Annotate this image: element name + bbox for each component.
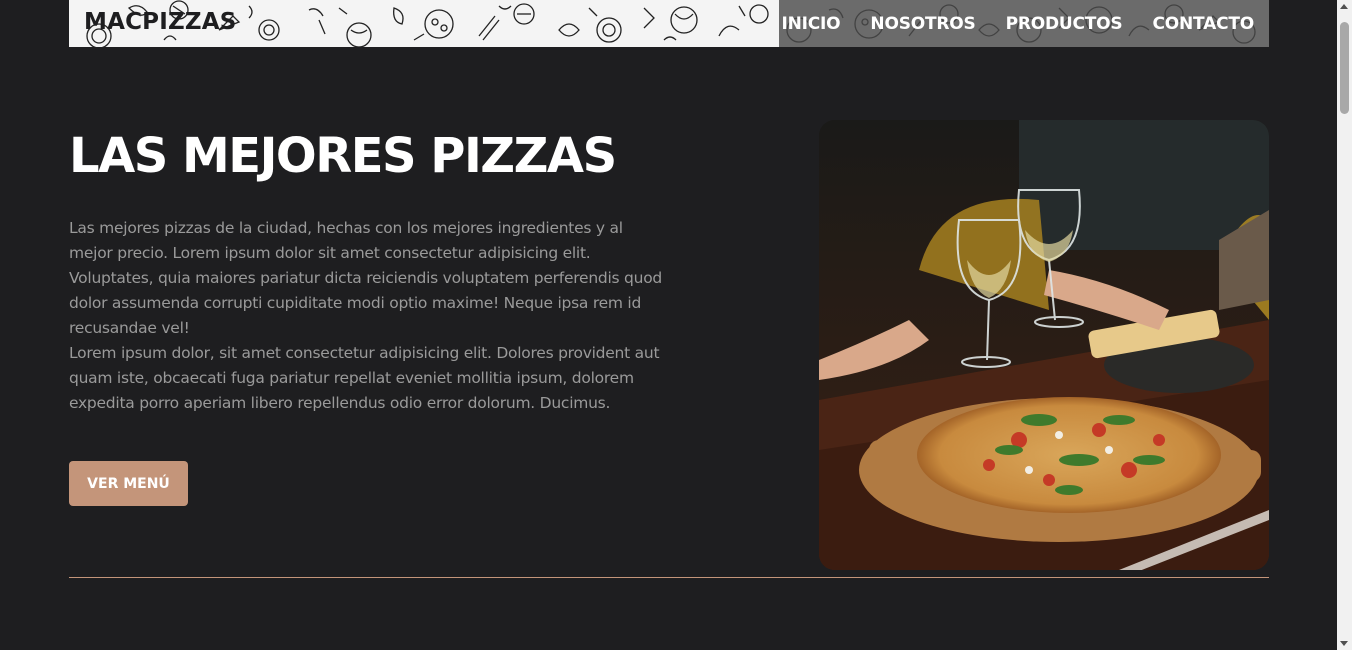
nav-productos[interactable]: PRODUCTOS	[1006, 14, 1123, 34]
pizza-and-wine-photo-icon	[819, 120, 1269, 570]
vertical-scrollbar[interactable]	[1337, 0, 1352, 650]
scroll-up-arrow-icon[interactable]	[1340, 4, 1348, 9]
site-header: MACPIZZAS INICIO NOSOTROS PRODUCTOS CONT…	[69, 0, 1269, 47]
nav-area: INICIO NOSOTROS PRODUCTOS CONTACTO	[779, 0, 1269, 47]
hero-paragraph-2: Lorem ipsum dolor, sit amet consectetur …	[69, 344, 660, 412]
nav-nosotros[interactable]: NOSOTROS	[870, 14, 975, 34]
main-nav: INICIO NOSOTROS PRODUCTOS CONTACTO	[781, 0, 1254, 47]
scroll-down-arrow-icon[interactable]	[1340, 641, 1348, 646]
section-divider	[69, 577, 1269, 578]
nav-inicio[interactable]: INICIO	[781, 14, 840, 34]
hero-title: LAS MEJORES PIZZAS	[69, 128, 617, 184]
view-menu-button[interactable]: VER MENÚ	[69, 461, 188, 506]
logo-area: MACPIZZAS	[69, 0, 779, 47]
scrollbar-thumb[interactable]	[1340, 22, 1349, 114]
hero-paragraph-1: Las mejores pizzas de la ciudad, hechas …	[69, 219, 663, 337]
nav-contacto[interactable]: CONTACTO	[1152, 14, 1254, 34]
site-logo[interactable]: MACPIZZAS	[84, 9, 237, 35]
hero-description: Las mejores pizzas de la ciudad, hechas …	[69, 216, 664, 416]
hero-image	[819, 120, 1269, 570]
